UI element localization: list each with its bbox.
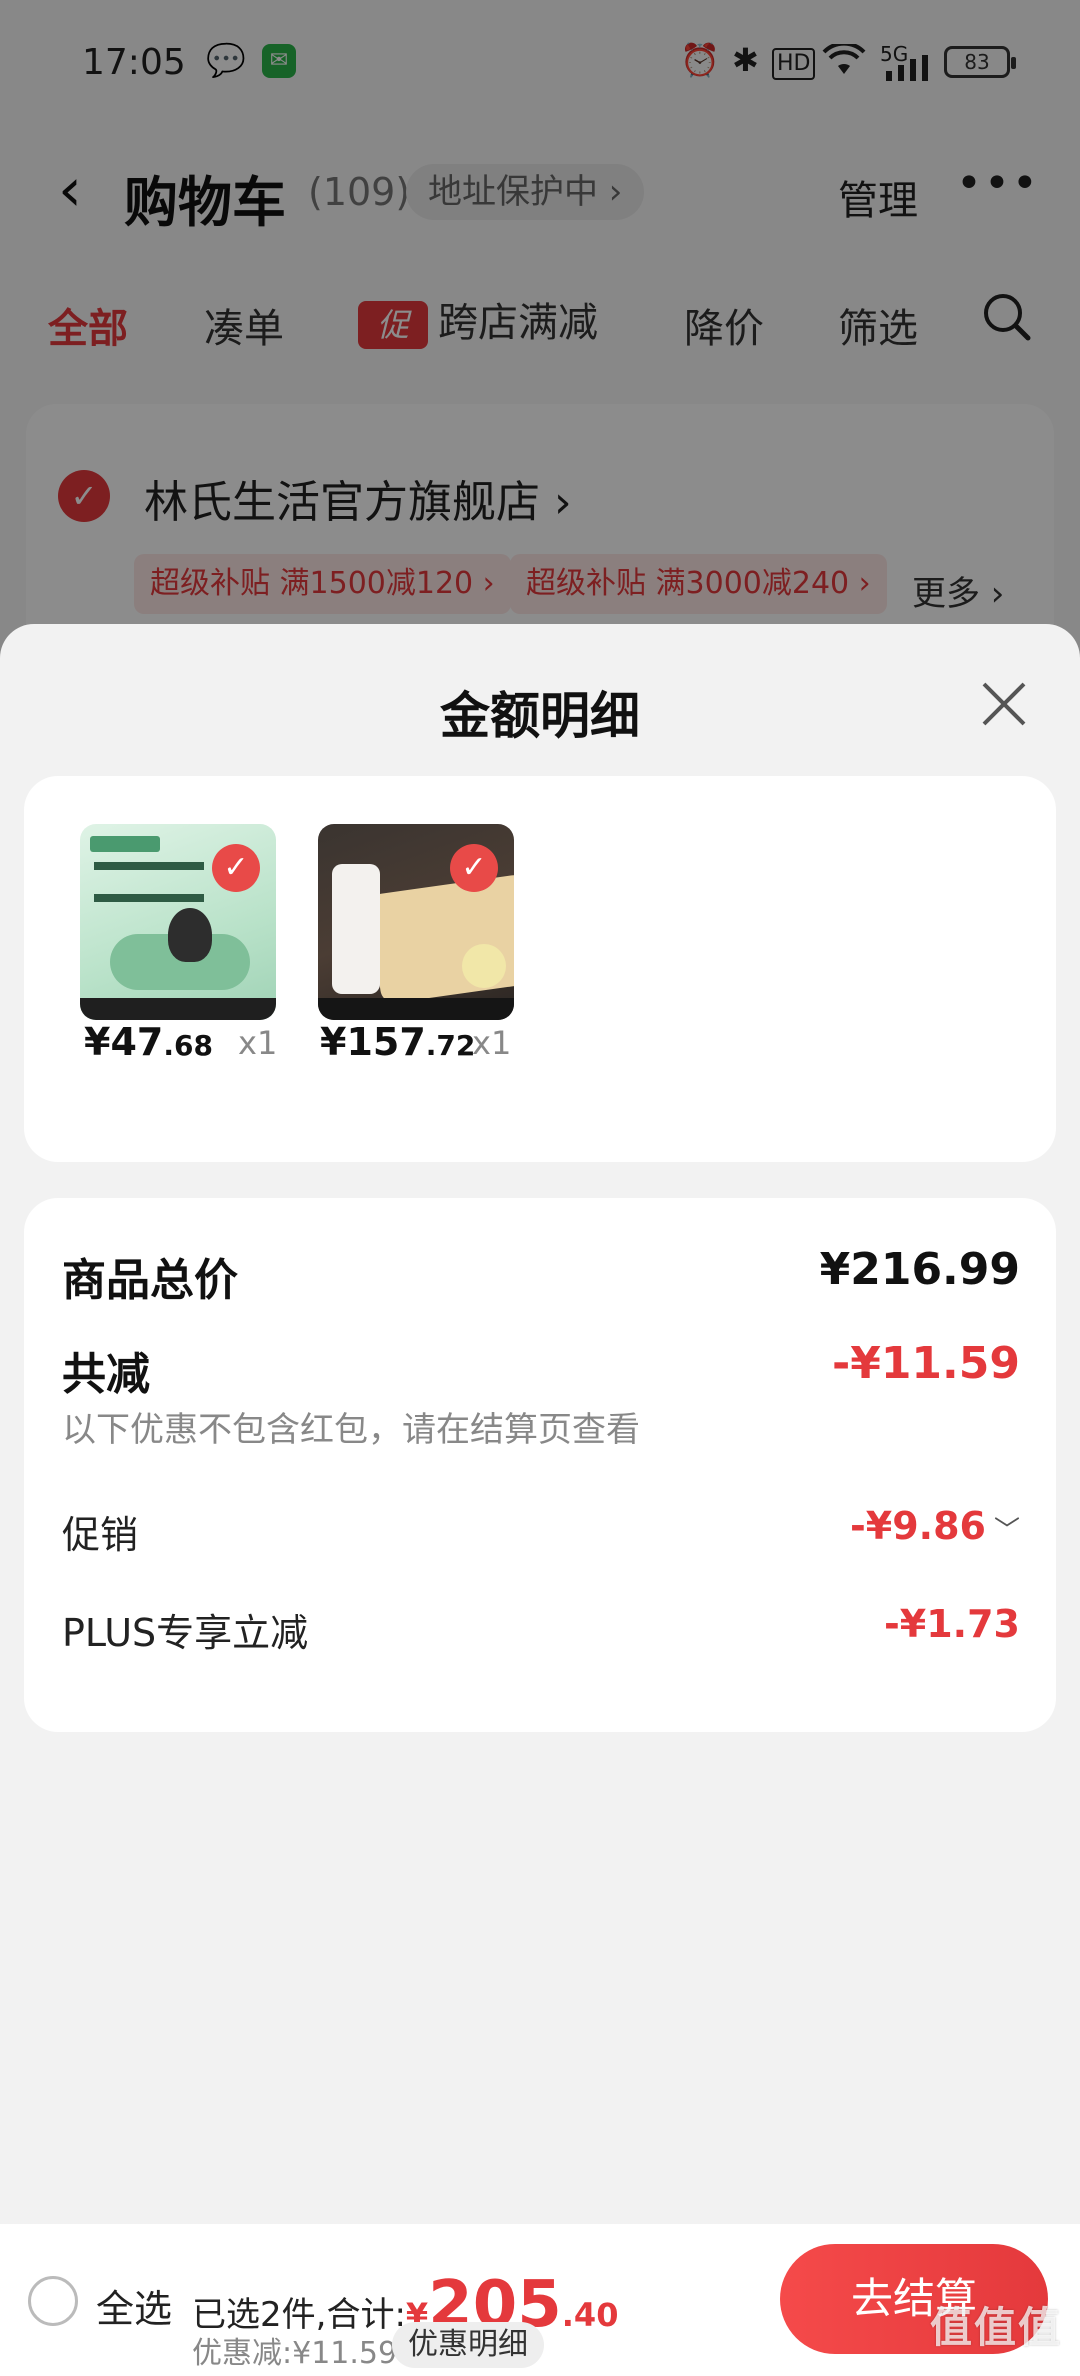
checkmark-icon: ✓	[212, 844, 260, 892]
product-item[interactable]: ✓	[80, 824, 280, 1020]
product-thumbnail: ✓	[80, 824, 276, 1020]
total-price-value: ¥216.99	[819, 1244, 1020, 1295]
price-summary-card: 商品总价 ¥216.99 共减 -¥11.59 以下优惠不包含红包，请在结算页查…	[24, 1198, 1056, 1732]
sheet-title: 金额明细	[440, 687, 640, 745]
selected-products-card: ✓ ¥47.68 x1 ✓ ¥157.72 x1	[24, 776, 1056, 1162]
close-icon[interactable]	[974, 674, 1034, 734]
checkmark-icon: ✓	[450, 844, 498, 892]
product-quantity: x1	[238, 1024, 278, 1062]
product-price: ¥157.72	[320, 1020, 476, 1064]
plus-discount-label: PLUS专享立减	[62, 1611, 309, 1655]
select-all-radio[interactable]	[28, 2276, 78, 2326]
discount-summary: 优惠减:¥11.59	[192, 2336, 398, 2371]
discount-label: 共减	[62, 1349, 150, 1400]
promotion-row[interactable]: -¥9.86 ﹀	[850, 1504, 1020, 1548]
product-item[interactable]: ✓	[318, 824, 518, 1020]
promotion-label: 促销	[62, 1513, 139, 1557]
product-quantity: x1	[472, 1024, 512, 1062]
product-price: ¥47.68	[84, 1020, 213, 1064]
watermark-logo: 值值值 zhizhizhi.com	[930, 2303, 1063, 2374]
promotion-value: -¥9.86	[850, 1504, 986, 1548]
product-thumbnail: ✓	[318, 824, 514, 1020]
chevron-down-icon: ﹀	[993, 1516, 1020, 1546]
total-price-label: 商品总价	[62, 1255, 238, 1306]
checkout-bar: 全选 已选2件,合计:¥205.40 优惠减:¥11.59 优惠明细 去结算	[0, 2224, 1080, 2376]
amount-detail-sheet: 金额明细 ✓ ¥47.68 x1 ✓ ¥157.72 x1 商品总价 ¥216.…	[0, 624, 1080, 2376]
discount-detail-button[interactable]: 优惠明细	[392, 2322, 544, 2368]
select-all-label[interactable]: 全选	[96, 2278, 172, 2333]
plus-discount-value: -¥1.73	[884, 1602, 1020, 1646]
discount-note: 以下优惠不包含红包，请在结算页查看	[62, 1410, 640, 1450]
discount-value: -¥11.59	[831, 1338, 1020, 1389]
